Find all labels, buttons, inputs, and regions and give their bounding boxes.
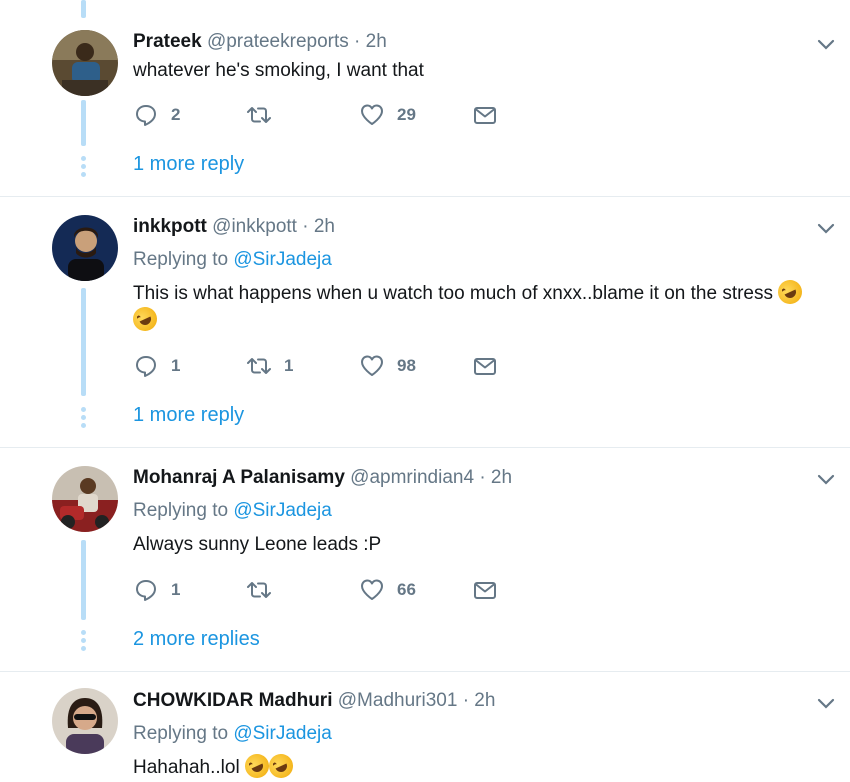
replying-to: Replying to @SirJadeja [133, 500, 332, 522]
heart-icon [361, 355, 383, 376]
replying-to: Replying to @SirJadeja [133, 249, 332, 271]
tweet-header: Prateek @prateekreports · 2h [133, 31, 387, 53]
reply-icon [136, 580, 156, 601]
rolling-on-floor-laughing-emoji [265, 750, 297, 782]
retweet-icon [247, 358, 271, 374]
retweet-button[interactable] [246, 101, 284, 129]
reply-count: 1 [171, 356, 181, 375]
tweet[interactable]: inkkpott @inkkpott · 2h Replying to @Sir… [0, 197, 850, 447]
heart-icon [361, 104, 383, 125]
replying-label: Replying to [133, 723, 229, 744]
reply-icon [136, 356, 156, 377]
tweet-actions: 1 1 98 [133, 352, 533, 380]
envelope-icon [474, 107, 496, 124]
tweet-actions: 2 29 [133, 101, 533, 129]
replying-to: Replying to @SirJadeja [133, 723, 332, 745]
show-more-replies-link[interactable]: 1 more reply [133, 153, 244, 176]
like-button[interactable]: 29 [359, 101, 416, 129]
tweet-header: Mohanraj A Palanisamy @apmrindian4 · 2h [133, 467, 512, 489]
reply-button[interactable]: 1 [133, 352, 180, 380]
tweet-text: This is what happens when u watch too mu… [129, 276, 823, 335]
username[interactable]: @prateekreports [207, 31, 349, 52]
direct-message-button[interactable] [472, 576, 498, 604]
mention-link[interactable]: @SirJadeja [233, 249, 332, 270]
tweet[interactable]: Mohanraj A Palanisamy @apmrindian4 · 2h … [0, 448, 850, 671]
reply-count: 1 [171, 580, 181, 599]
replying-label: Replying to [133, 249, 229, 270]
display-name[interactable]: inkkpott [133, 216, 207, 237]
mention-link[interactable]: @SirJadeja [233, 723, 332, 744]
tweet-text: Always sunny Leone leads :P [133, 534, 382, 555]
timestamp[interactable]: 2h [314, 216, 335, 237]
tweet-text: Hahahah..lol [133, 750, 823, 782]
tweet-header: inkkpott @inkkpott · 2h [133, 216, 335, 238]
avatar[interactable] [52, 30, 118, 96]
like-button[interactable]: 66 [359, 576, 416, 604]
separator: · [354, 31, 361, 52]
timestamp[interactable]: 2h [491, 467, 512, 488]
tweet[interactable]: CHOWKIDAR Madhuri @Madhuri301 · 2h Reply… [0, 672, 850, 782]
rolling-on-floor-laughing-emoji [774, 276, 807, 308]
retweet-icon [247, 107, 271, 123]
chevron-down-icon[interactable] [816, 697, 836, 711]
display-name[interactable]: Prateek [133, 31, 202, 52]
separator: · [462, 690, 470, 711]
direct-message-button[interactable] [472, 101, 498, 129]
chevron-down-icon[interactable] [816, 222, 836, 236]
avatar[interactable] [52, 466, 118, 532]
tweet-actions: 1 66 [133, 576, 533, 604]
reply-count: 2 [171, 105, 181, 124]
rolling-on-floor-laughing-emoji [129, 303, 161, 335]
avatar[interactable] [52, 688, 118, 754]
username[interactable]: @Madhuri301 [338, 690, 458, 711]
heart-icon [361, 579, 383, 600]
like-button[interactable]: 98 [359, 352, 416, 380]
avatar[interactable] [52, 215, 118, 281]
timestamp[interactable]: 2h [366, 31, 387, 52]
replying-label: Replying to [133, 500, 229, 521]
mention-link[interactable]: @SirJadeja [233, 500, 332, 521]
separator: · [302, 216, 309, 237]
separator: · [479, 467, 486, 488]
tweet-header: CHOWKIDAR Madhuri @Madhuri301 · 2h [133, 690, 495, 712]
retweet-button[interactable]: 1 [246, 352, 293, 380]
tweet[interactable]: Prateek @prateekreports · 2h whatever he… [0, 0, 850, 196]
tweet-text-body: Hahahah..lol [133, 757, 240, 778]
retweet-count: 1 [284, 356, 294, 375]
timestamp[interactable]: 2h [474, 690, 495, 711]
like-count: 98 [397, 356, 416, 375]
envelope-icon [474, 358, 496, 375]
direct-message-button[interactable] [472, 352, 498, 380]
display-name[interactable]: Mohanraj A Palanisamy [133, 467, 345, 488]
reply-button[interactable]: 2 [133, 101, 180, 129]
username[interactable]: @apmrindian4 [350, 467, 474, 488]
like-count: 29 [397, 105, 416, 124]
tweet-text-body: This is what happens when u watch too mu… [133, 283, 773, 304]
retweet-icon [247, 582, 271, 598]
reply-button[interactable]: 1 [133, 576, 180, 604]
retweet-button[interactable] [246, 576, 284, 604]
show-more-replies-link[interactable]: 1 more reply [133, 404, 244, 427]
chevron-down-icon[interactable] [816, 473, 836, 487]
like-count: 66 [397, 580, 416, 599]
tweet-text: whatever he's smoking, I want that [133, 60, 424, 81]
username[interactable]: @inkkpott [212, 216, 297, 237]
display-name[interactable]: CHOWKIDAR Madhuri [133, 690, 332, 711]
show-more-replies-link[interactable]: 2 more replies [133, 628, 260, 651]
envelope-icon [474, 582, 496, 599]
chevron-down-icon[interactable] [816, 38, 836, 52]
reply-icon [136, 105, 156, 126]
